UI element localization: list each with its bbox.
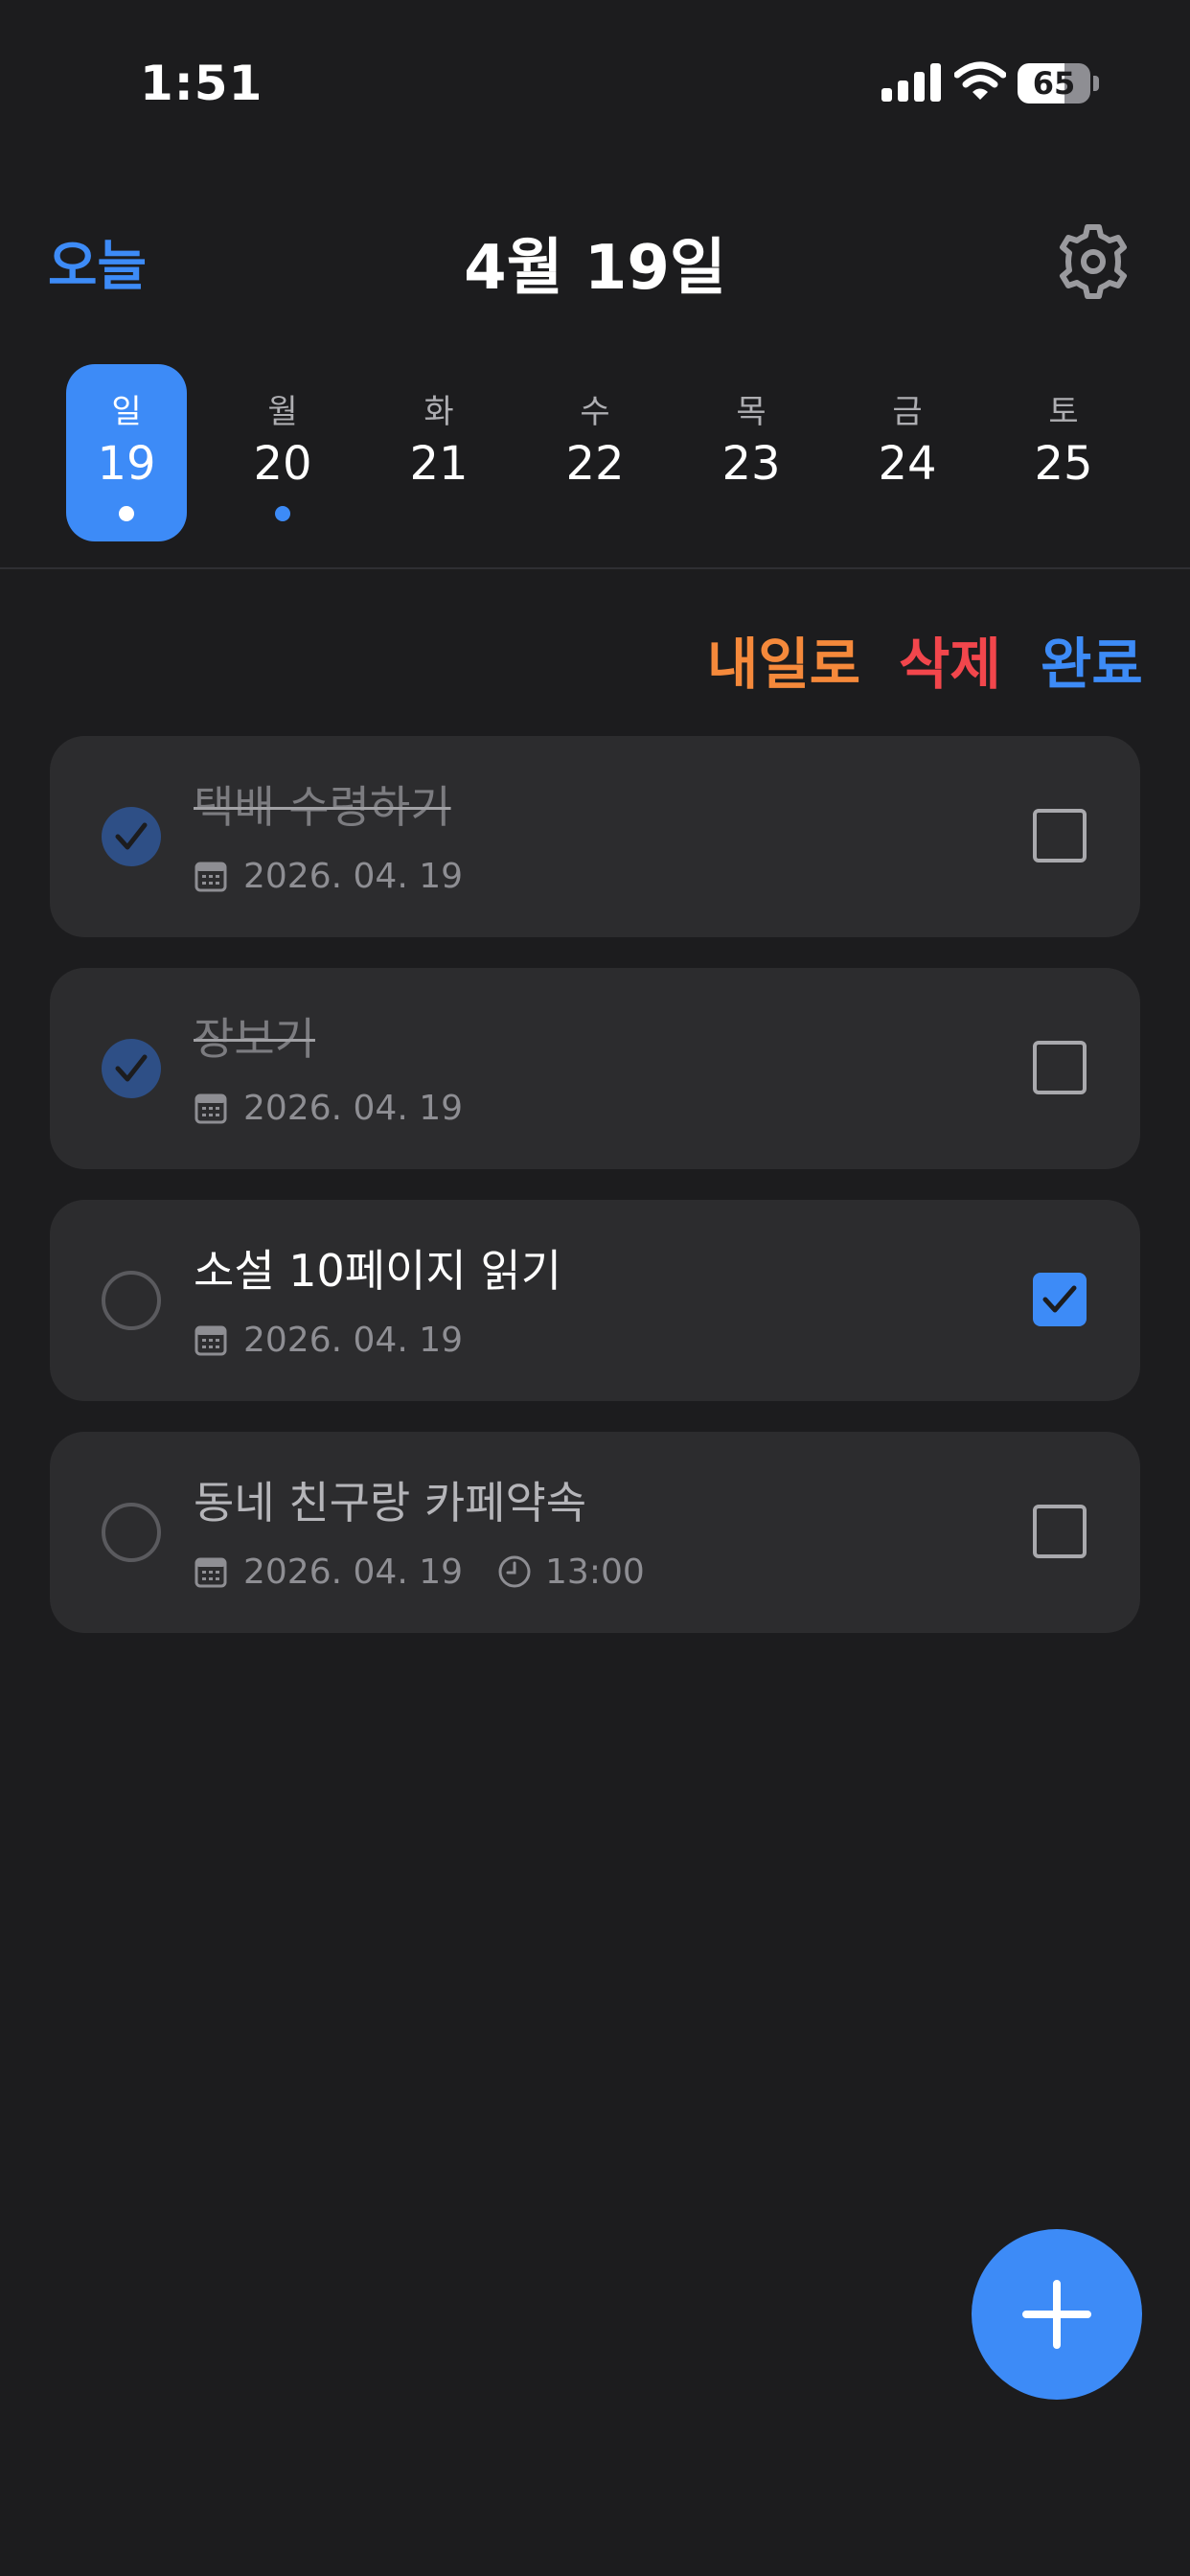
select-checkbox[interactable]	[1033, 1041, 1087, 1094]
task-meta: 2026. 04. 19 13:00	[194, 1549, 645, 1595]
task-date: 2026. 04. 19	[243, 1088, 464, 1128]
day-wednesday[interactable]: 수 22	[535, 364, 655, 541]
day-name: 일	[111, 393, 142, 431]
day-saturday[interactable]: 토 25	[1003, 364, 1124, 541]
complete-toggle[interactable]	[102, 1503, 161, 1562]
day-number: 19	[97, 437, 156, 491]
day-number: 23	[721, 437, 781, 491]
task-time: 13:00	[545, 1552, 645, 1592]
calendar-icon	[195, 862, 227, 892]
task-item[interactable]: 택배 수령하기 2026. 04. 19	[50, 736, 1140, 937]
battery-level: 65	[1032, 65, 1076, 102]
complete-toggle[interactable]	[102, 807, 161, 866]
task-item[interactable]: 동네 친구랑 카페약속 2026. 04. 19 13:00	[50, 1432, 1140, 1633]
task-meta: 2026. 04. 19	[194, 853, 463, 899]
task-title: 소설 10페이지 읽기	[194, 1245, 562, 1297]
day-number: 21	[409, 437, 469, 491]
plus-icon	[1022, 2280, 1091, 2349]
task-item[interactable]: 장보기 2026. 04. 19	[50, 968, 1140, 1169]
battery-indicator: 65	[1018, 63, 1099, 104]
task-date: 2026. 04. 19	[243, 1552, 464, 1592]
move-to-tomorrow-button[interactable]: 내일로	[707, 619, 860, 700]
settings-button[interactable]	[1054, 222, 1133, 301]
task-title: 택배 수령하기	[194, 781, 451, 833]
status-bar: 1:51 65	[0, 0, 1190, 144]
event-dot	[119, 506, 134, 521]
day-thursday[interactable]: 목 23	[691, 364, 812, 541]
divider	[0, 567, 1190, 569]
check-icon	[1042, 1285, 1077, 1313]
day-name: 월	[267, 393, 298, 431]
day-name: 수	[580, 393, 610, 431]
status-time: 1:51	[140, 56, 263, 111]
app-screen: 1:51 65 오늘 4월 19일 일 19 월 20 화 21 수 22 목 …	[0, 0, 1190, 2576]
calendar-icon	[195, 1557, 227, 1588]
task-title: 동네 친구랑 카페약속	[194, 1477, 587, 1529]
select-checkbox[interactable]	[1033, 809, 1087, 862]
check-icon	[115, 1054, 148, 1082]
clock-icon	[498, 1555, 531, 1588]
day-name: 화	[423, 393, 454, 431]
task-date: 2026. 04. 19	[243, 856, 464, 896]
week-strip: 일 19 월 20 화 21 수 22 목 23 금 24 토 25	[0, 364, 1190, 556]
task-meta: 2026. 04. 19	[194, 1317, 463, 1363]
day-monday[interactable]: 월 20	[222, 364, 343, 541]
select-checkbox[interactable]	[1033, 1273, 1087, 1326]
cellular-signal-icon	[881, 63, 941, 102]
day-number: 25	[1034, 437, 1093, 491]
battery-tip	[1093, 76, 1099, 91]
task-meta: 2026. 04. 19	[194, 1085, 463, 1131]
calendar-icon	[195, 1325, 227, 1356]
day-tuesday[interactable]: 화 21	[378, 364, 499, 541]
day-friday[interactable]: 금 24	[847, 364, 968, 541]
complete-toggle[interactable]	[102, 1271, 161, 1330]
check-icon	[115, 822, 148, 850]
add-task-button[interactable]	[972, 2229, 1142, 2400]
day-name: 토	[1048, 393, 1079, 431]
wifi-icon	[954, 61, 1006, 100]
event-dot	[275, 506, 290, 521]
delete-button[interactable]: 삭제	[899, 619, 1001, 700]
day-name: 목	[736, 393, 767, 431]
task-item[interactable]: 소설 10페이지 읽기 2026. 04. 19	[50, 1200, 1140, 1401]
done-button[interactable]: 완료	[1041, 619, 1143, 700]
battery-body: 65	[1018, 63, 1090, 104]
day-sunday[interactable]: 일 19	[66, 364, 187, 541]
gear-icon	[1060, 224, 1127, 299]
day-name: 금	[892, 393, 923, 431]
day-number: 20	[253, 437, 312, 491]
select-checkbox[interactable]	[1033, 1505, 1087, 1558]
day-number: 24	[878, 437, 937, 491]
complete-toggle[interactable]	[102, 1039, 161, 1098]
day-number: 22	[565, 437, 625, 491]
calendar-icon	[195, 1093, 227, 1124]
task-title: 장보기	[194, 1013, 315, 1065]
page-title: 4월 19일	[464, 233, 726, 304]
task-date: 2026. 04. 19	[243, 1320, 464, 1360]
